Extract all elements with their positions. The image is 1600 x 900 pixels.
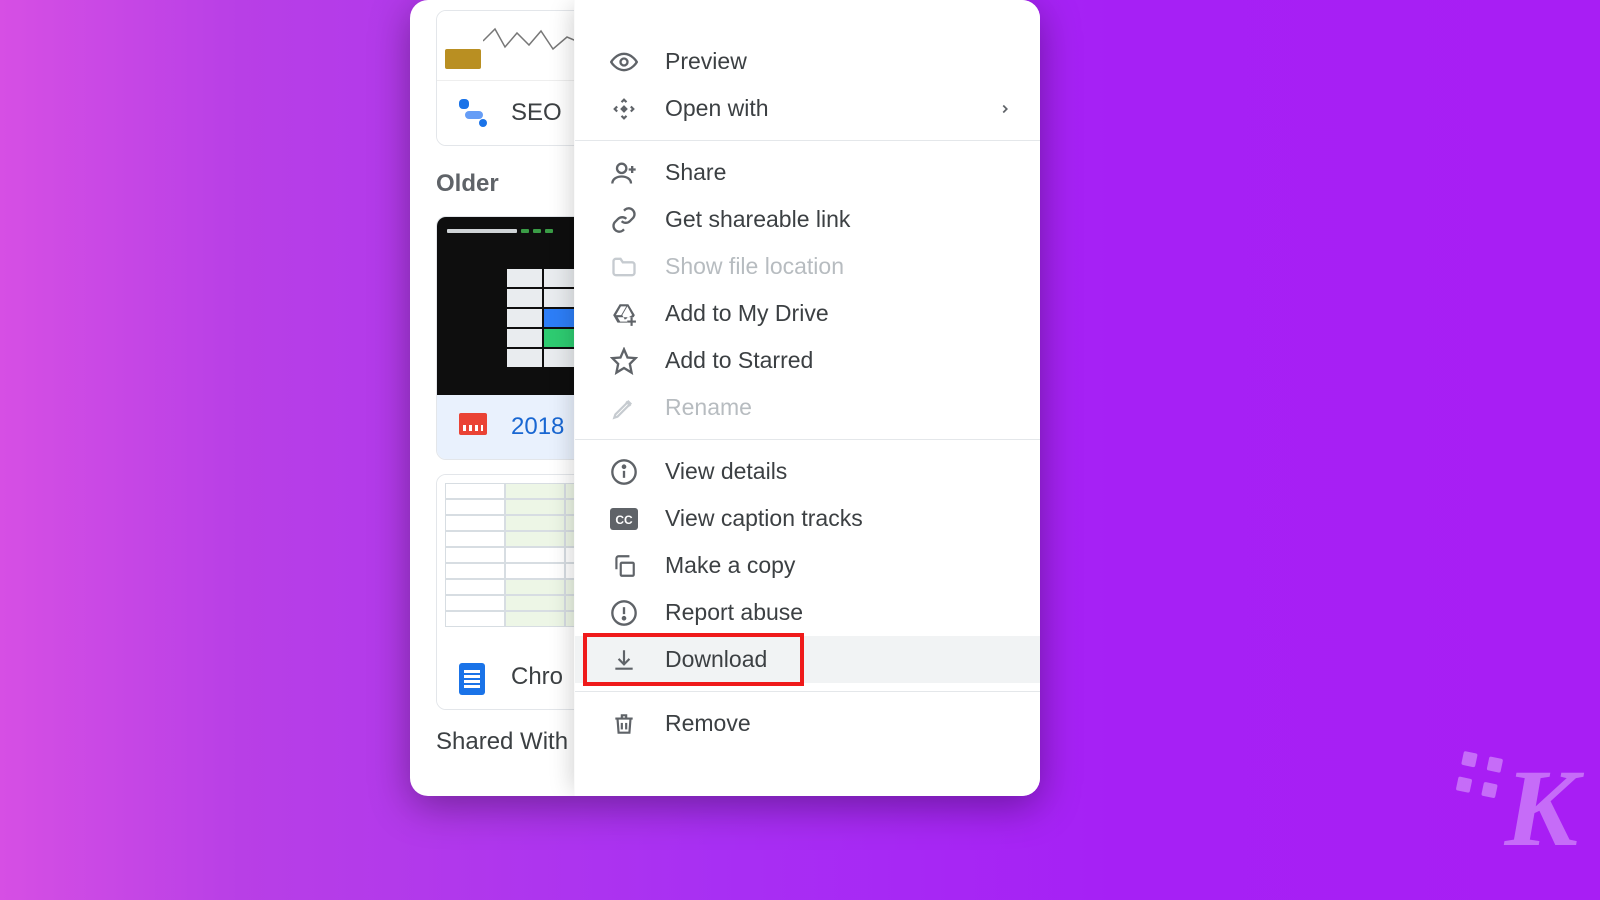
folder-icon [609,252,639,282]
menu-label: View details [665,458,787,485]
menu-view-details[interactable]: View details [575,448,1040,495]
menu-label: View caption tracks [665,505,863,532]
menu-rename: Rename [575,384,1040,431]
menu-label: Show file location [665,253,844,280]
person-add-icon [609,158,639,188]
menu-separator [575,439,1040,440]
menu-report-abuse[interactable]: Report abuse [575,589,1040,636]
drive-add-icon [609,299,639,329]
menu-separator [575,691,1040,692]
eye-icon [609,47,639,77]
menu-add-to-starred[interactable]: Add to Starred [575,337,1040,384]
menu-label: Open with [665,95,769,122]
menu-label: Download [665,646,767,673]
menu-download[interactable]: Download [575,636,1040,683]
copy-icon [609,551,639,581]
file-name: SEO [511,99,562,127]
menu-label: Make a copy [665,552,795,579]
download-icon [609,645,639,675]
menu-share[interactable]: Share [575,149,1040,196]
menu-show-location: Show file location [575,243,1040,290]
file-name: Chro [511,663,563,691]
doc-icon [459,663,493,691]
svg-text:CC: CC [615,513,633,527]
menu-get-link[interactable]: Get shareable link [575,196,1040,243]
menu-label: Share [665,159,726,186]
menu-preview[interactable]: Preview [575,38,1040,85]
menu-label: Preview [665,48,747,75]
star-icon [609,346,639,376]
menu-label: Add to My Drive [665,300,829,327]
watermark-logo: K [1505,745,1572,872]
menu-remove[interactable]: Remove [575,700,1040,747]
report-icon [609,598,639,628]
trash-icon [609,709,639,739]
open-with-icon [609,94,639,124]
menu-label: Get shareable link [665,206,850,233]
menu-make-copy[interactable]: Make a copy [575,542,1040,589]
cc-icon: CC [609,504,639,534]
menu-separator [575,140,1040,141]
menu-open-with[interactable]: Open with [575,85,1040,132]
link-icon [609,205,639,235]
pencil-icon [609,393,639,423]
menu-add-to-drive[interactable]: Add to My Drive [575,290,1040,337]
menu-label: Report abuse [665,599,803,626]
menu-label: Add to Starred [665,347,813,374]
menu-label: Remove [665,710,751,737]
drive-panel: SEO Older [410,0,1040,796]
video-icon [459,413,493,441]
context-menu: Preview Open with Share [574,0,1040,796]
chevron-right-icon [998,102,1012,116]
menu-caption-tracks[interactable]: CC View caption tracks [575,495,1040,542]
info-icon [609,457,639,487]
menu-label: Rename [665,394,752,421]
file-name: 2018 [511,413,564,441]
datastudio-icon [459,99,493,127]
